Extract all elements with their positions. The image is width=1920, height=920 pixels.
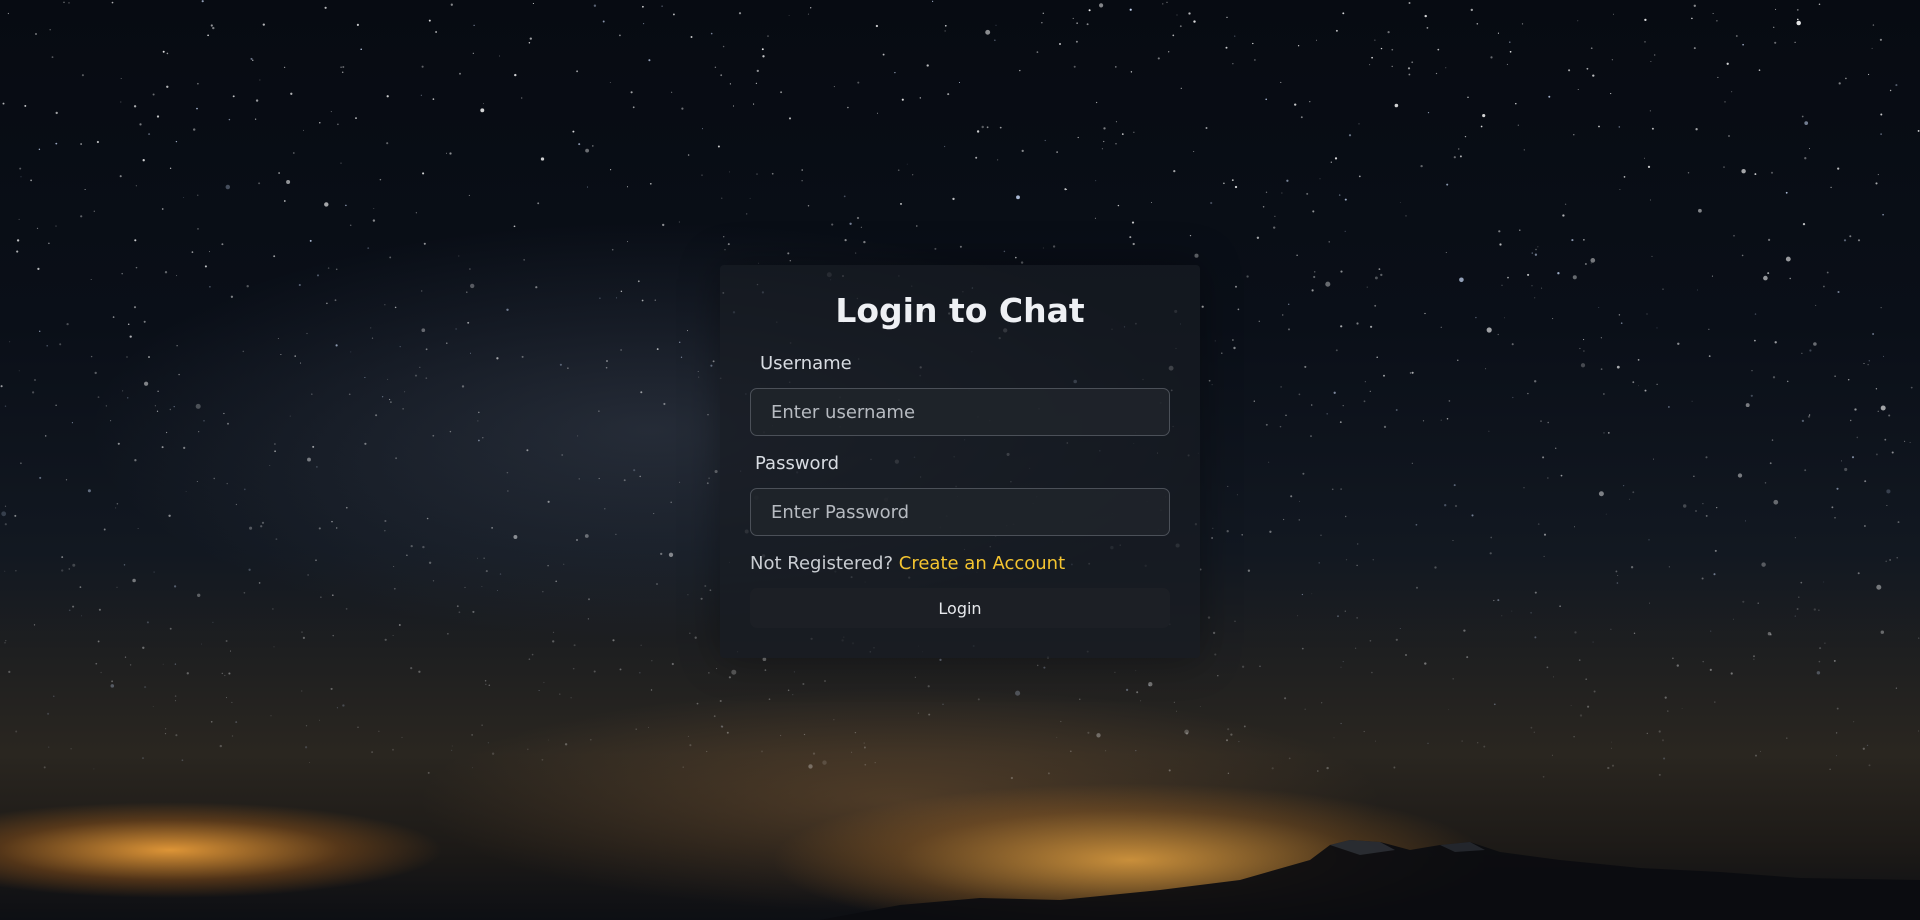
password-input[interactable] xyxy=(750,488,1170,536)
login-title: Login to Chat xyxy=(835,291,1085,330)
create-account-link[interactable]: Create an Account xyxy=(899,553,1065,574)
register-prompt: Not Registered? Create an Account xyxy=(750,553,1065,574)
not-registered-text: Not Registered? xyxy=(750,553,894,574)
login-button[interactable]: Login xyxy=(750,588,1170,628)
username-input[interactable] xyxy=(750,388,1170,436)
username-label: Username xyxy=(760,353,852,374)
login-card: Login to Chat Username Password Not Regi… xyxy=(720,265,1200,658)
password-label: Password xyxy=(755,453,840,474)
